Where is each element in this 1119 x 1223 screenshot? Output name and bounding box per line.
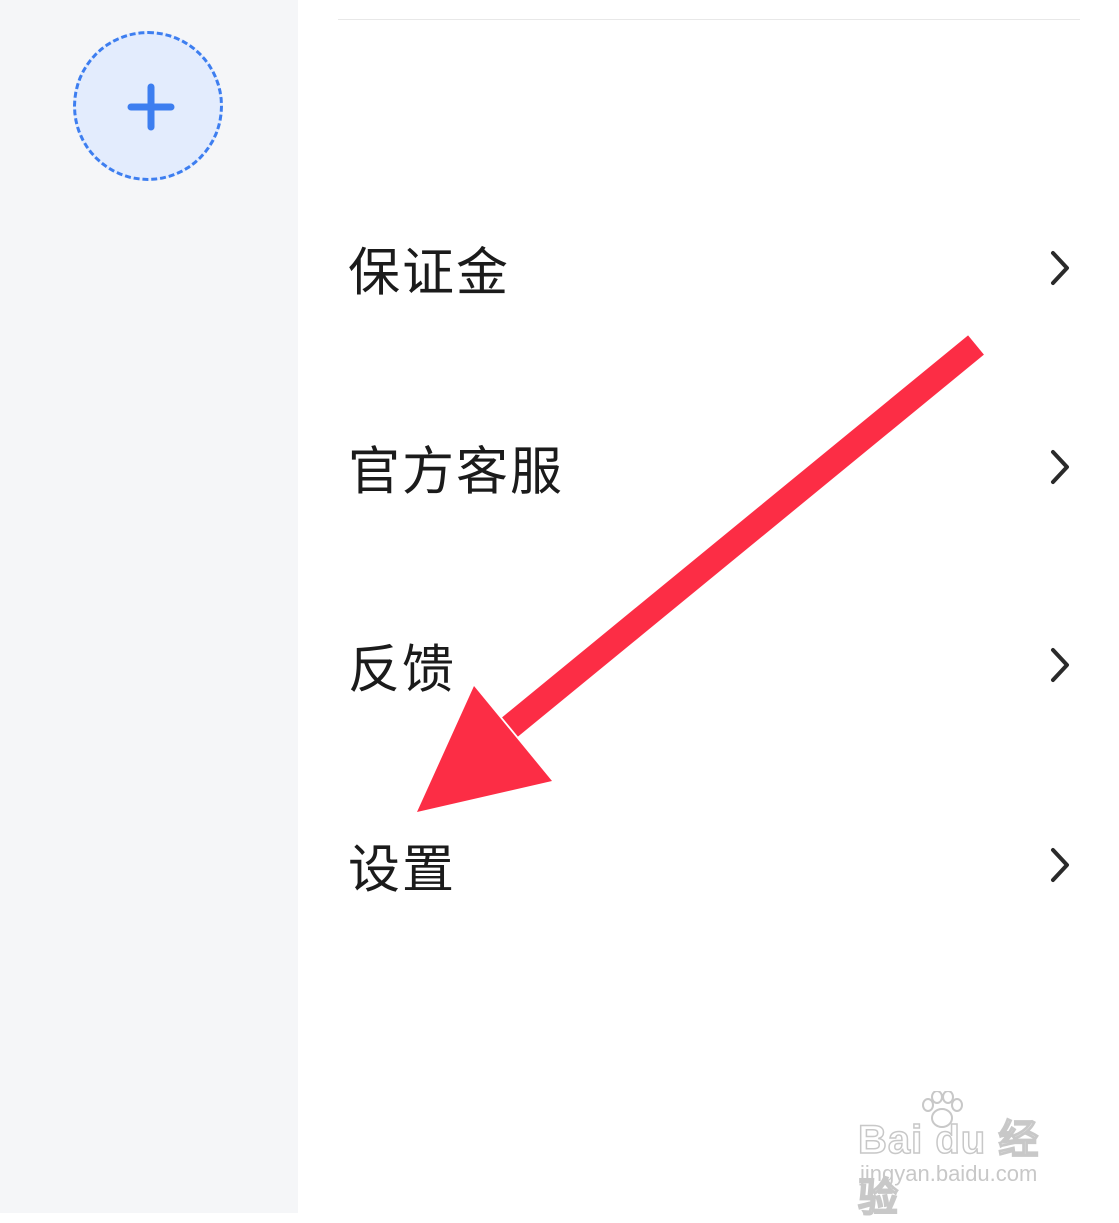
menu-item-customer-service[interactable]: 官方客服 — [338, 407, 1080, 527]
menu-item-feedback[interactable]: 反馈 — [338, 605, 1080, 725]
chevron-right-icon — [1051, 848, 1069, 882]
menu-item-deposit[interactable]: 保证金 — [338, 208, 1080, 328]
menu-item-label: 设置 — [348, 840, 457, 901]
watermark-url: jingyan.baidu.com — [860, 1161, 1038, 1186]
paw-icon — [922, 1091, 963, 1128]
sidebar — [0, 0, 298, 1213]
menu-item-label: 官方客服 — [348, 442, 565, 503]
chevron-right-icon — [1051, 251, 1069, 285]
chevron-right-icon — [1051, 648, 1069, 682]
chevron-right-icon — [1051, 450, 1069, 484]
menu-item-settings[interactable]: 设置 — [338, 805, 1080, 925]
menu-item-label: 保证金 — [348, 243, 511, 304]
top-divider — [338, 19, 1080, 20]
add-button[interactable] — [73, 31, 223, 181]
watermark-brand: Bai du 经验 — [857, 1117, 1040, 1221]
menu-item-label: 反馈 — [348, 640, 457, 701]
watermark: Bai du 经验 jingyan.baidu.com — [857, 1091, 1068, 1221]
plus-icon — [127, 83, 175, 131]
